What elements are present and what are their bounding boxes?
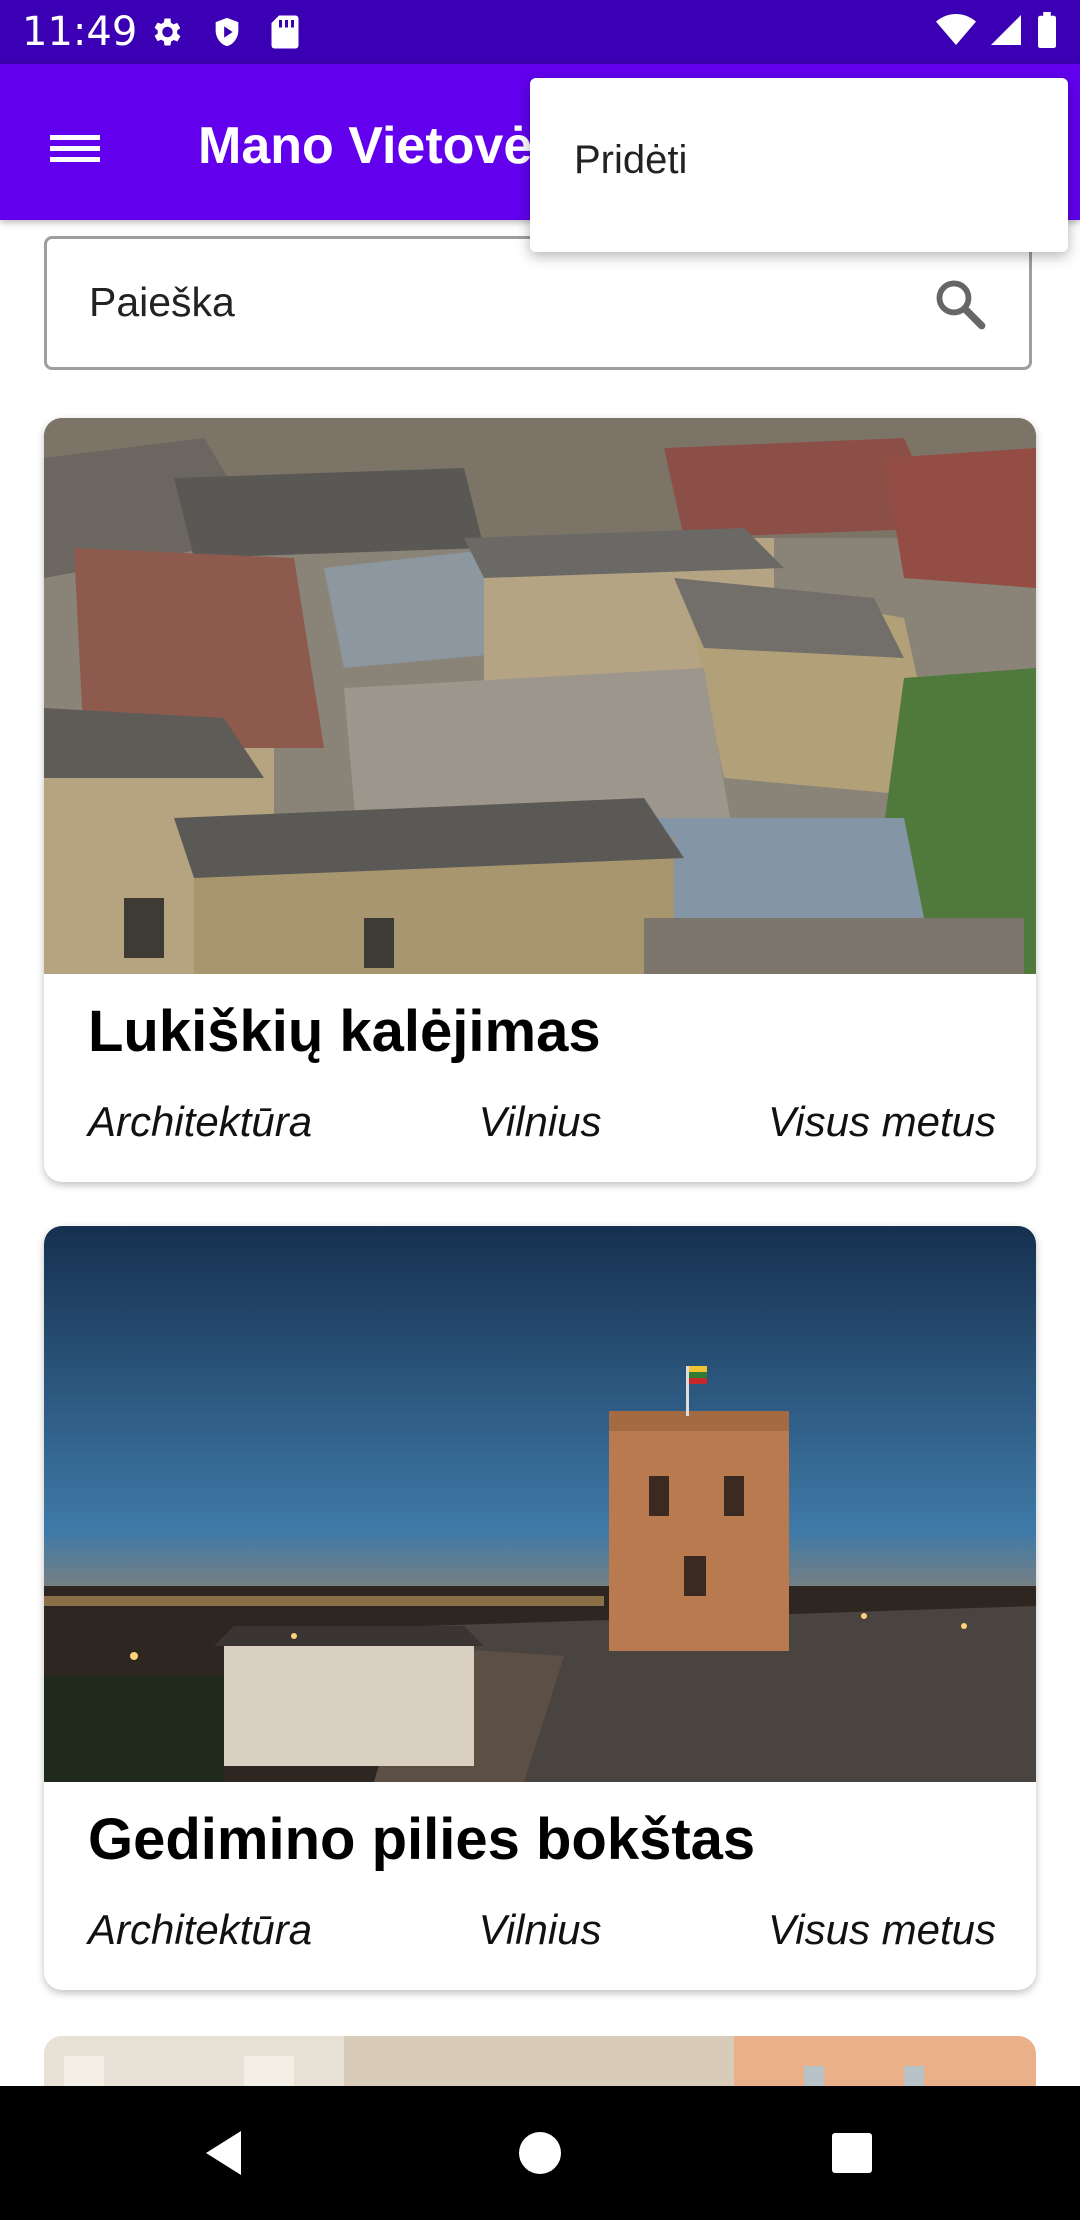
signal-icon [988, 12, 1024, 53]
place-city: Vilnius [478, 1906, 602, 1953]
place-meta: Architektūra Vilnius Visus metus [88, 1906, 996, 1954]
menu-item-add[interactable]: Pridėti [574, 138, 687, 183]
menu-button[interactable] [40, 114, 110, 184]
gear-icon [148, 14, 184, 55]
search-icon [931, 280, 989, 337]
back-icon [196, 2131, 256, 2187]
home-icon [510, 2132, 570, 2187]
shield-icon [210, 14, 244, 55]
sd-card-icon [270, 14, 300, 55]
place-category: Architektūra [88, 1906, 313, 1953]
status-icons-right [936, 12, 1058, 53]
search-input[interactable]: Paieška [89, 279, 235, 326]
place-category: Architektūra [88, 1098, 313, 1145]
back-button[interactable] [196, 2123, 256, 2183]
search-button[interactable] [931, 275, 989, 333]
menu-icon [40, 135, 110, 188]
place-card[interactable]: Lukiškių kalėjimas Architektūra Vilnius … [44, 418, 1036, 1182]
status-time: 11:49 [22, 9, 138, 55]
place-meta: Architektūra Vilnius Visus metus [88, 1098, 996, 1146]
place-title: Lukiškių kalėjimas [88, 999, 601, 1064]
recents-button[interactable] [822, 2123, 882, 2183]
nav-bar [0, 2086, 1080, 2220]
status-icons-left [148, 14, 300, 55]
app-title: Mano Vietovės [198, 117, 562, 175]
wifi-icon [936, 12, 976, 53]
place-image [44, 418, 1036, 974]
overflow-menu: Pridėti [530, 78, 1068, 252]
place-card[interactable]: Gedimino pilies bokštas Architektūra Vil… [44, 1226, 1036, 1990]
place-season: Visus metus [768, 1906, 996, 1953]
status-bar: 11:49 [0, 0, 1080, 64]
place-title: Gedimino pilies bokštas [88, 1807, 756, 1872]
place-city: Vilnius [478, 1098, 602, 1145]
recents-icon [822, 2133, 882, 2187]
place-season: Visus metus [768, 1098, 996, 1145]
home-button[interactable] [510, 2123, 570, 2183]
search-field[interactable]: Paieška [44, 236, 1032, 370]
battery-icon [1036, 12, 1058, 53]
place-image [44, 1226, 1036, 1782]
